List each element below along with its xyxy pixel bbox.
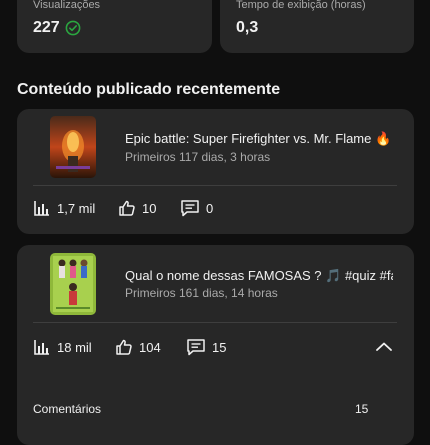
comment-icon — [187, 339, 205, 356]
likes-metric: 104 — [115, 338, 161, 356]
likes-metric: 10 — [118, 199, 156, 217]
likes-count: 10 — [142, 200, 157, 216]
bar-chart-icon — [34, 340, 49, 355]
thumbs-up-icon — [116, 339, 132, 355]
views-label: Visualizações — [33, 0, 101, 11]
divider — [33, 322, 397, 323]
video-title[interactable]: Epic battle: Super Firefighter vs. Mr. F… — [125, 131, 393, 147]
collapse-button[interactable] — [373, 337, 395, 362]
watch-time-label: Tempo de exibição (horas) — [236, 0, 366, 11]
comments-count: 0 — [206, 200, 214, 216]
views-metric: 1,7 mil — [33, 199, 95, 217]
likes-count: 104 — [139, 339, 161, 355]
comments-metric: 15 — [186, 338, 226, 356]
views-count: 18 mil — [57, 339, 92, 355]
video-thumbnail[interactable] — [50, 253, 96, 315]
section-title: Conteúdo publicado recentemente — [17, 81, 281, 98]
video-thumbnail[interactable] — [50, 116, 96, 178]
divider — [33, 185, 397, 186]
watch-time-stat-card[interactable]: Tempo de exibição (horas) 0,3 — [220, 0, 414, 53]
bar-chart-icon — [34, 201, 49, 216]
check-circle-icon — [65, 20, 81, 36]
video-duration: Primeiros 161 dias, 14 horas — [125, 286, 278, 300]
chevron-up-icon — [376, 342, 392, 351]
video-title[interactable]: Qual o nome dessas FAMOSAS ? 🎵 #quiz #fa… — [125, 268, 393, 284]
watch-time-value-row: 0,3 — [236, 19, 258, 37]
comments-label: Comentários — [33, 402, 102, 416]
views-stat-card[interactable]: Visualizações 227 — [17, 0, 212, 53]
comment-icon — [181, 200, 199, 217]
watch-time-value: 0,3 — [236, 19, 259, 36]
comments-metric: 0 — [180, 199, 213, 217]
views-metric: 18 mil — [33, 338, 92, 356]
comments-total: 15 — [355, 402, 369, 416]
views-value: 227 — [33, 19, 60, 36]
views-count: 1,7 mil — [57, 200, 96, 216]
thumbs-up-icon — [119, 200, 135, 216]
video-duration: Primeiros 117 dias, 3 horas — [125, 150, 271, 164]
comments-count: 15 — [212, 339, 227, 355]
views-value-row: 227 — [33, 19, 81, 37]
